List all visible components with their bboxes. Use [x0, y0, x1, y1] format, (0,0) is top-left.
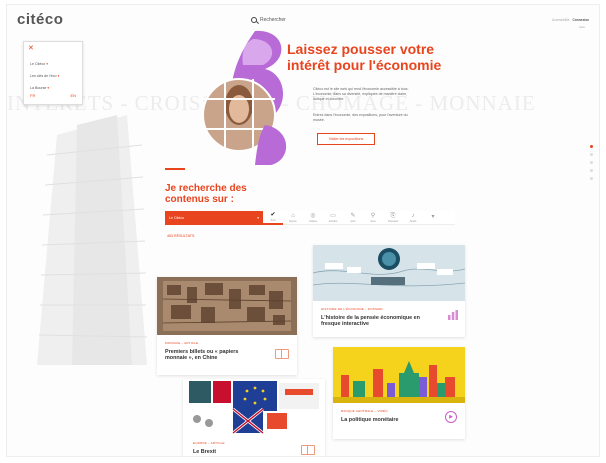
card-title: Premiers billets ou « papiers monnaie »,…: [165, 349, 239, 362]
chevron-down-icon: ▾: [46, 62, 48, 66]
filter-type-games[interactable]: ⚲ Jeux: [363, 211, 383, 225]
theme-select-value: Le Citéco: [169, 215, 185, 220]
menu-item-label: Le Citéco: [30, 62, 46, 66]
filter-type-label: Vidéos: [309, 219, 317, 223]
accessibility-link[interactable]: Accessibilité: [552, 18, 570, 22]
hero-paragraph-secondary: Entrez dans l'économie, des expositions,…: [313, 113, 408, 122]
filter-type-articles[interactable]: ▭ Articles: [323, 211, 343, 225]
card-image-monetary-policy: [333, 347, 465, 403]
chevron-down-icon: ▾: [431, 214, 435, 220]
card-category: HISTOIRE DE L'ÉCONOMIE – DOSSIER: [321, 307, 383, 311]
card-image-brexit: [183, 379, 325, 435]
help-link[interactable]: Aide: [579, 25, 585, 29]
background-watermark: INTÉRÊTS - CROISSANCE - CHÔMAGE - MONNAI…: [7, 91, 536, 115]
header-search[interactable]: Rechercher: [251, 17, 286, 23]
content-card[interactable]: MONNAIE – ARTICLE Premiers billets ou « …: [157, 277, 297, 375]
language-en[interactable]: EN: [70, 93, 76, 98]
pagination-dot[interactable]: [590, 153, 593, 156]
check-icon: ✔: [270, 211, 276, 218]
filter-type-videos[interactable]: ◎ Vidéos: [303, 211, 323, 225]
background-building-image: [37, 115, 148, 365]
search-icon: [251, 17, 257, 23]
filter-type-dossiers[interactable]: ⎘ Dossiers: [383, 211, 403, 225]
chevron-down-icon: ▾: [257, 215, 259, 220]
card-image-fresco: [313, 245, 465, 301]
menu-item-label: La Bourse: [30, 86, 47, 90]
card-title: L'histoire de la pensée économique en fr…: [321, 315, 420, 328]
folder-icon: ⎘: [390, 212, 396, 219]
quiz-icon: ✎: [350, 212, 356, 219]
pagination-dot[interactable]: [590, 177, 593, 180]
menu-item[interactable]: Le Citéco ▾: [30, 62, 48, 66]
filter-type-label: Dossiers: [387, 219, 399, 223]
chart-icon: [448, 310, 458, 320]
video-icon: ◎: [310, 212, 316, 219]
book-icon: [301, 445, 315, 455]
card-image-banknote: [157, 277, 297, 335]
filter-type-label: Expos: [289, 219, 297, 223]
game-icon: ⚲: [370, 212, 376, 219]
hero-paragraph: Citéco est le site web qui rend l'économ…: [313, 87, 409, 101]
visit-exhibitions-button[interactable]: Visiter les expositions: [317, 133, 375, 145]
section-accent-line: [165, 168, 185, 170]
play-icon[interactable]: ▶: [445, 411, 457, 423]
pagination-dot-active[interactable]: [590, 145, 593, 148]
search-label: Rechercher: [260, 17, 286, 23]
pagination-dot[interactable]: [590, 161, 593, 164]
filter-type-quiz[interactable]: ✎ Quiz: [343, 211, 363, 225]
article-icon: ▭: [330, 212, 336, 219]
content-card[interactable]: HISTOIRE DE L'ÉCONOMIE – DOSSIER L'histo…: [313, 245, 465, 337]
card-category: EUROPE – ARTICLE: [193, 441, 225, 445]
museum-icon: ⌂: [291, 212, 295, 219]
close-icon[interactable]: ✕: [28, 44, 34, 52]
book-icon: [275, 349, 289, 359]
filter-type-exhibitions[interactable]: ⌂ Expos: [283, 211, 303, 225]
filter-type-label: Audio: [409, 219, 417, 223]
audio-icon: ♪: [411, 212, 415, 219]
hero-illustration: [202, 30, 287, 165]
filter-type-label: Quiz: [350, 219, 356, 223]
more-filters[interactable]: ▾: [423, 211, 443, 225]
filter-type-all[interactable]: ✔ Tous: [263, 211, 283, 225]
site-logo[interactable]: citéco: [17, 11, 63, 28]
content-card[interactable]: BANQUE CENTRALE – VIDÉO La politique mon…: [333, 347, 465, 439]
theme-select[interactable]: Le Citéco ▾: [165, 210, 263, 225]
filter-type-label: Articles: [328, 219, 338, 223]
chevron-down-icon: ▾: [57, 74, 60, 78]
card-category: BANQUE CENTRALE – VIDÉO: [341, 409, 388, 413]
hero-title: Laissez pousser votre intérêt pour l'éco…: [287, 41, 442, 73]
card-title: Le Brexit: [193, 449, 217, 455]
content-filter-bar: Le Citéco ▾ ✔ Tous ⌂ Expos ◎ Vidéos ▭ Ar…: [165, 210, 455, 225]
menu-item-label: Les clés de l'éco: [30, 74, 57, 78]
play-symbol: ▶: [449, 414, 453, 420]
pagination-dot[interactable]: [590, 169, 593, 172]
logo-text: citéco: [17, 11, 64, 28]
menu-item[interactable]: La Bourse ▾: [30, 86, 49, 90]
card-category: MONNAIE – ARTICLE: [165, 341, 199, 345]
language-switch: FR EN: [30, 93, 76, 98]
section-pagination: [590, 145, 593, 180]
menu-popup: ✕ Le Citéco ▾ Les clés de l'éco ▾ La Bou…: [23, 41, 83, 105]
card-title: La politique monétaire: [341, 417, 399, 423]
filter-type-label: Jeux: [370, 219, 376, 223]
filter-type-audio[interactable]: ♪ Audio: [403, 211, 423, 225]
login-link[interactable]: Connexion: [573, 18, 589, 22]
top-links: Accessibilité Connexion: [552, 18, 589, 22]
content-card[interactable]: EUROPE – ARTICLE Le Brexit: [183, 379, 325, 456]
search-section-title: Je recherche des contenus sur :: [165, 183, 247, 205]
browser-viewport: INTÉRÊTS - CROISSANCE - CHÔMAGE - MONNAI…: [6, 4, 600, 457]
menu-item[interactable]: Les clés de l'éco ▾: [30, 74, 59, 78]
results-count: 463 RÉSULTATS: [167, 234, 195, 238]
chevron-down-icon: ▾: [47, 86, 50, 90]
language-fr[interactable]: FR: [30, 93, 35, 98]
filter-type-label: Tous: [270, 218, 276, 222]
